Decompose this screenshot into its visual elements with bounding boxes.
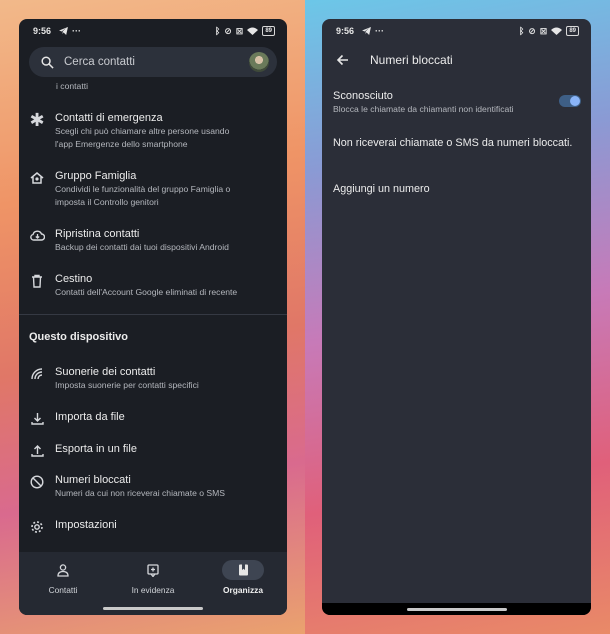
list-item-blocked-numbers[interactable]: Numeri bloccati Numeri da cui non riceve… xyxy=(19,473,287,500)
home-indicator[interactable] xyxy=(103,607,203,610)
search-input[interactable]: Cerca contatti xyxy=(64,56,249,68)
ringtone-icon xyxy=(31,368,43,380)
list-item-trash[interactable]: Cestino Contatti dell'Account Google eli… xyxy=(19,272,287,299)
more-notifications-icon: ··· xyxy=(72,26,82,36)
more-notifications-icon: ··· xyxy=(375,26,385,36)
item-subtitle: Contatti dell'Account Google eliminati d… xyxy=(55,287,238,297)
item-subtitle: Condividi le funzionalità del gruppo Fam… xyxy=(55,184,231,194)
search-bar[interactable]: Cerca contatti xyxy=(29,47,277,77)
vibrate-off-icon: ⊘ xyxy=(224,25,232,36)
item-subtitle: l'app Emergenze dello smartphone xyxy=(55,139,188,149)
blocked-info-text: Non riceverai chiamate o SMS da numeri b… xyxy=(333,137,573,149)
upload-icon xyxy=(30,445,44,457)
unknown-callers-toggle[interactable] xyxy=(559,95,581,107)
item-title: Gruppo Famiglia xyxy=(55,170,137,182)
nav-organize[interactable]: Organizza xyxy=(203,560,283,595)
item-title: Contatti di emergenza xyxy=(55,112,163,124)
list-item-export-file[interactable]: Esporta in un file xyxy=(19,442,287,457)
list-fragment: i contatti xyxy=(56,81,89,91)
nav-contacts[interactable]: Contatti xyxy=(23,560,103,595)
app-bar: Numeri bloccati xyxy=(322,47,591,73)
item-subtitle: imposta il Controllo genitori xyxy=(55,197,159,207)
add-number-button[interactable]: Aggiungi un numero xyxy=(333,183,430,195)
gear-icon xyxy=(31,521,43,533)
back-button[interactable] xyxy=(322,54,362,66)
item-subtitle: Numeri da cui non riceverai chiamate o S… xyxy=(55,488,226,498)
list-item-emergency-contacts[interactable]: ✱ Contatti di emergenza Scegli chi può c… xyxy=(19,111,287,151)
list-item-settings[interactable]: Impostazioni xyxy=(19,518,287,534)
contacts-organize-screen: 9:56 ··· ᛒ ⊘ ⊠ 89 Cerca contatti i conta… xyxy=(19,19,287,615)
item-subtitle: Imposta suonerie per contatti specifici xyxy=(55,380,199,390)
setting-subtitle: Blocca le chiamate da chiamanti non iden… xyxy=(333,104,514,114)
arrow-back-icon xyxy=(336,54,348,66)
list-item-family-group[interactable]: Gruppo Famiglia Condividi le funzionalit… xyxy=(19,169,287,209)
person-icon xyxy=(57,563,69,577)
item-title: Numeri bloccati xyxy=(55,474,131,486)
unknown-callers-setting[interactable]: Sconosciuto Blocca le chiamate da chiama… xyxy=(333,89,581,116)
vibrate-off-icon: ⊘ xyxy=(528,25,536,36)
list-item-restore-contacts[interactable]: Ripristina contatti Backup dei contatti … xyxy=(19,227,287,254)
status-time: 9:56 xyxy=(33,26,52,36)
item-subtitle: Scegli chi può chiamare altre persone us… xyxy=(55,126,230,136)
section-divider xyxy=(19,314,287,315)
telegram-icon xyxy=(59,27,68,35)
page-title: Numeri bloccati xyxy=(370,53,453,67)
item-title: Suonerie dei contatti xyxy=(55,366,156,378)
list-item-import-file[interactable]: Importa da file xyxy=(19,410,287,425)
asterisk-icon: ✱ xyxy=(29,110,45,130)
trash-icon xyxy=(32,274,42,288)
item-title: Esporta in un file xyxy=(55,443,137,455)
item-title: Impostazioni xyxy=(55,519,117,531)
avatar[interactable] xyxy=(249,52,269,72)
wifi-icon xyxy=(551,27,563,35)
list-item-ringtones[interactable]: Suonerie dei contatti Imposta suonerie p… xyxy=(19,365,287,392)
bluetooth-icon: ᛒ xyxy=(518,26,525,36)
bottom-navigation: Contatti In evidenza Organizza xyxy=(19,552,287,615)
navigation-bar xyxy=(322,603,591,615)
nav-highlights[interactable]: In evidenza xyxy=(113,560,193,595)
item-title: Ripristina contatti xyxy=(55,228,140,240)
bluetooth-icon: ᛒ xyxy=(214,26,221,36)
telegram-icon xyxy=(362,27,371,35)
setting-title: Sconosciuto xyxy=(333,90,393,102)
status-time: 9:56 xyxy=(336,26,355,36)
battery-indicator: 89 xyxy=(566,26,579,36)
item-title: Importa da file xyxy=(55,411,125,423)
cloud-download-icon xyxy=(29,230,45,241)
nav-label: Contatti xyxy=(48,585,78,595)
wifi-icon xyxy=(247,27,259,35)
family-home-icon xyxy=(30,172,44,184)
toggle-knob xyxy=(570,96,580,106)
search-icon xyxy=(41,55,54,69)
item-subtitle: Backup dei contatti dai tuoi dispositivi… xyxy=(55,242,229,252)
bookmark-icon xyxy=(238,564,248,576)
sim-icon: ⊠ xyxy=(539,25,548,36)
status-bar: 9:56 ··· ᛒ ⊘ ⊠ 89 xyxy=(19,19,287,43)
item-title: Cestino xyxy=(55,273,93,285)
home-indicator[interactable] xyxy=(406,608,507,611)
download-icon xyxy=(30,413,44,425)
battery-indicator: 89 xyxy=(262,26,275,36)
blocked-numbers-screen: 9:56 ··· ᛒ ⊘ ⊠ 89 Numeri bloccati Sconos… xyxy=(322,19,591,615)
section-title: Questo dispositivo xyxy=(29,331,129,343)
status-bar: 9:56 ··· ᛒ ⊘ ⊠ 89 xyxy=(322,19,591,43)
highlight-icon xyxy=(147,563,159,577)
nav-label: In evidenza xyxy=(131,585,175,595)
sim-icon: ⊠ xyxy=(235,25,244,36)
nav-label: Organizza xyxy=(222,585,264,595)
block-icon xyxy=(30,475,44,489)
